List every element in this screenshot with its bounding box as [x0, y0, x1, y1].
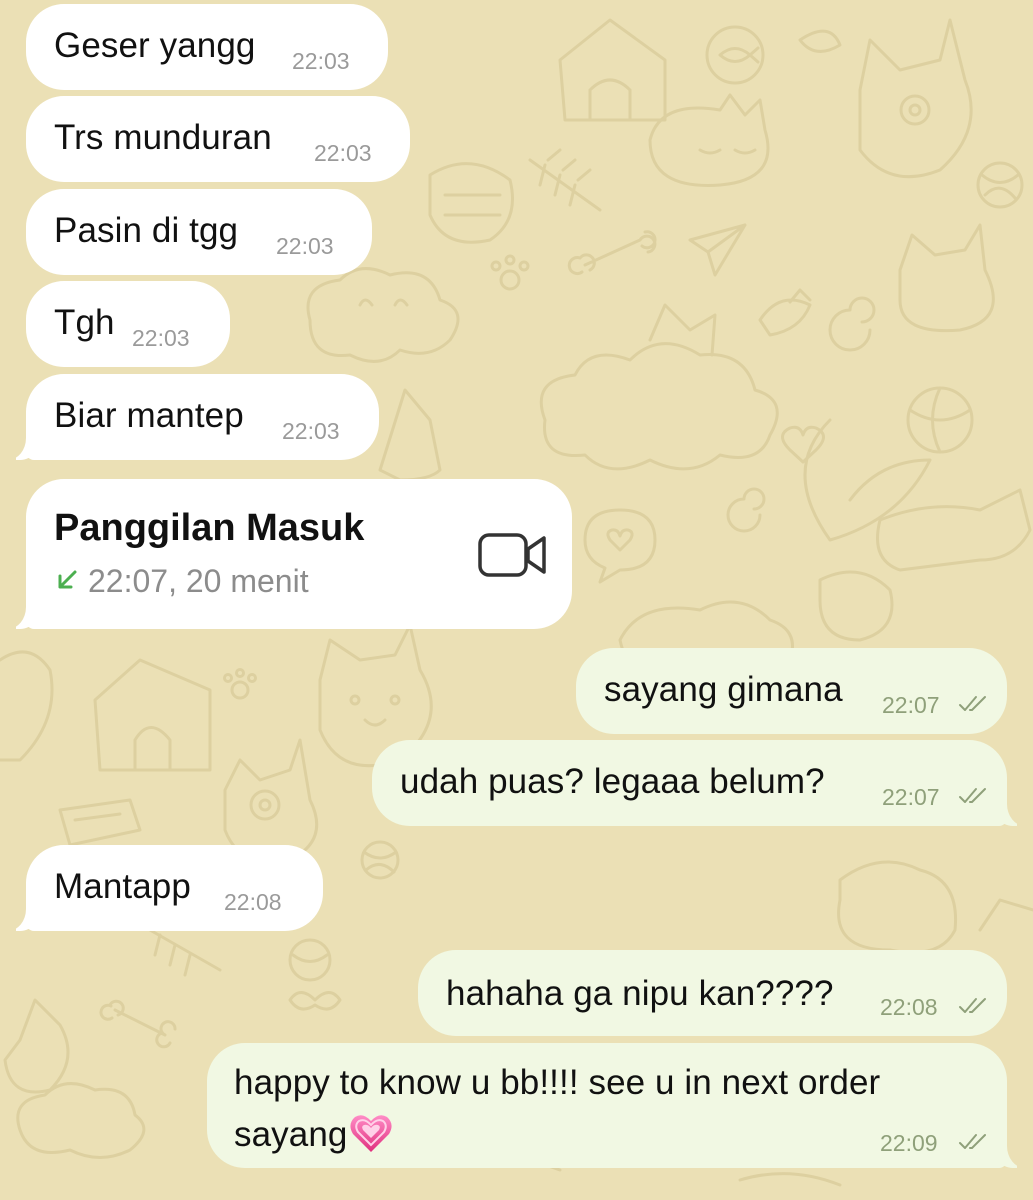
call-detail: 22:07, 20 menit — [88, 563, 309, 599]
message-time: 22:03 — [132, 325, 190, 351]
message-bubble-incoming[interactable]: Tgh 22:03 — [26, 281, 230, 367]
message-text-line2: sayang — [234, 1112, 393, 1155]
message-text: hahaha ga nipu kan???? — [446, 974, 834, 1013]
message-bubble-outgoing[interactable]: sayang gimana 22:07 — [576, 648, 1007, 734]
message-text-line1: happy to know u bb!!!! see u in next ord… — [234, 1063, 881, 1102]
message-bubble-outgoing[interactable]: hahaha ga nipu kan???? 22:08 — [418, 950, 1007, 1036]
incoming-video-call-card[interactable]: Panggilan Masuk 22:07, 20 menit — [4, 479, 572, 629]
video-camera-icon[interactable] — [478, 532, 548, 578]
message-text: sayang gimana — [604, 670, 843, 709]
message-time: 22:03 — [282, 418, 340, 444]
incoming-arrow-icon — [58, 570, 77, 589]
message-bubble-incoming[interactable]: Geser yangg 22:03 — [26, 4, 388, 90]
message-text: Biar mantep — [54, 396, 244, 435]
message-time: 22:03 — [276, 233, 334, 259]
message-bubble-outgoing[interactable]: happy to know u bb!!!! see u in next ord… — [207, 1043, 1029, 1168]
message-time: 22:08 — [224, 889, 282, 915]
message-time: 22:08 — [880, 994, 938, 1020]
message-text: Mantapp — [54, 867, 191, 906]
message-text: Geser yangg — [54, 26, 256, 65]
double-check-icon — [959, 788, 986, 803]
growing-heart-emoji — [350, 1115, 393, 1152]
message-time: 22:09 — [880, 1130, 938, 1156]
message-time: 22:03 — [314, 140, 372, 166]
message-text: udah puas? legaaa belum? — [400, 762, 825, 801]
message-text: Pasin di tgg — [54, 211, 239, 250]
double-check-icon — [959, 998, 986, 1013]
message-bubble-outgoing[interactable]: udah puas? legaaa belum? 22:07 — [372, 740, 1029, 826]
double-check-icon — [959, 1134, 986, 1149]
message-text: Tgh — [54, 303, 115, 342]
message-bubble-incoming[interactable]: Biar mantep 22:03 — [4, 374, 379, 460]
message-bubble-incoming[interactable]: Pasin di tgg 22:03 — [26, 189, 372, 275]
call-title: Panggilan Masuk — [54, 507, 365, 549]
double-check-icon — [959, 696, 986, 711]
message-bubble-incoming[interactable]: Trs munduran 22:03 — [26, 96, 410, 182]
message-time: 22:07 — [882, 692, 940, 718]
message-text-line2-word: sayang — [234, 1115, 348, 1154]
message-time: 22:07 — [882, 784, 940, 810]
message-bubble-incoming[interactable]: Mantapp 22:08 — [4, 845, 323, 931]
message-text: Trs munduran — [54, 118, 272, 157]
message-time: 22:03 — [292, 48, 350, 74]
